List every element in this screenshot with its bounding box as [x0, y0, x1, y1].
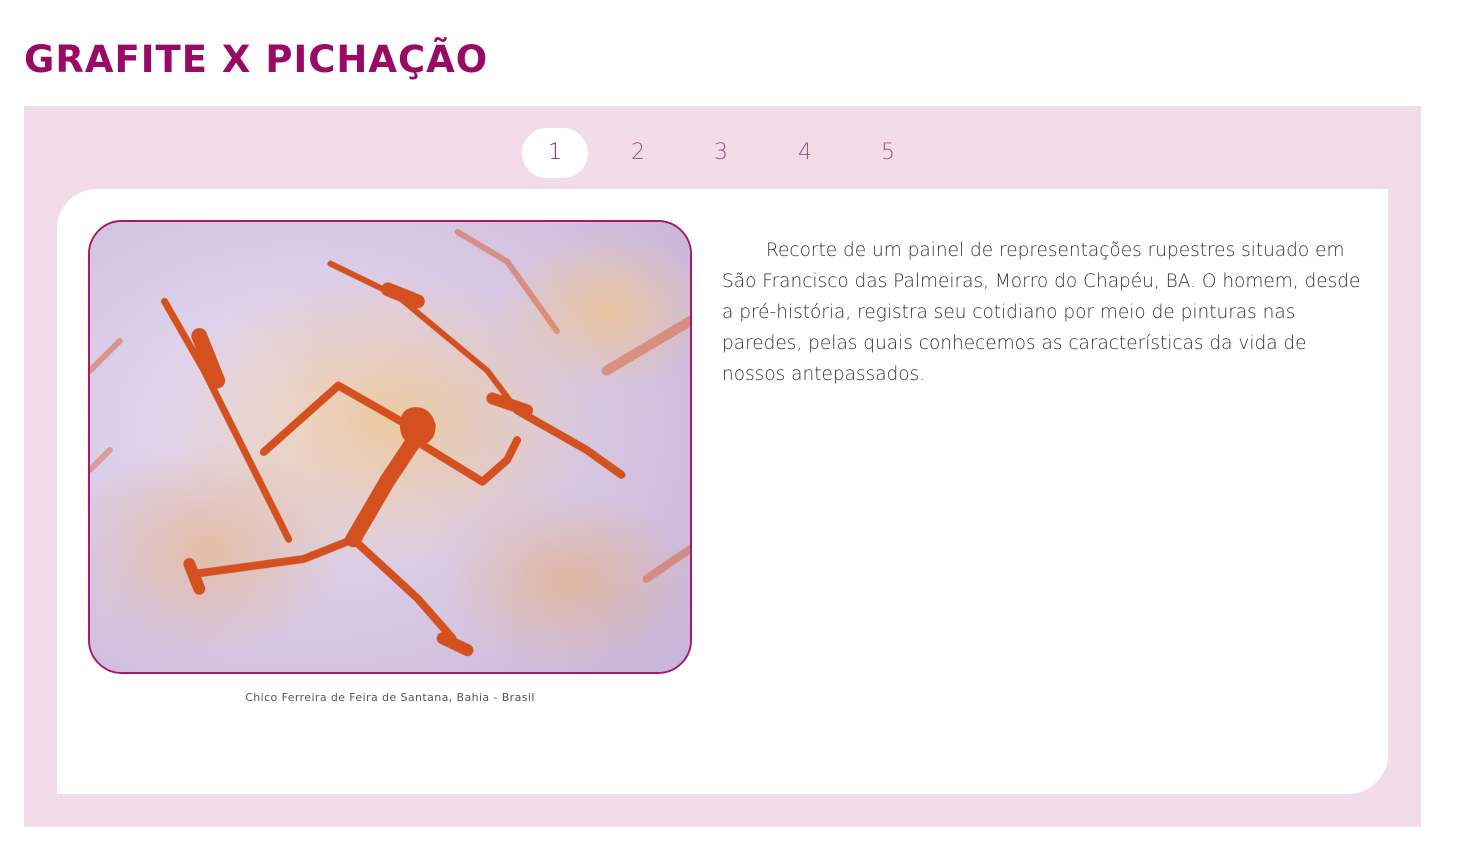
page-title: GRAFITE X PICHAÇÃO	[24, 38, 489, 81]
tab-1[interactable]: 1	[522, 128, 588, 178]
slide-content: Chico Ferreira de Feira de Santana, Bahi…	[57, 189, 1388, 794]
slideshow-panel: 1 2 3 4 5 Chico Ferreira de Feira de San…	[24, 106, 1421, 827]
slide-description: Recorte de um painel de representações r…	[722, 240, 1361, 385]
tab-3[interactable]: 3	[688, 128, 754, 178]
tab-2[interactable]: 2	[605, 128, 671, 178]
rock-painting-illustration	[90, 222, 690, 672]
photo-credit: Chico Ferreira de Feira de Santana, Bahi…	[245, 691, 535, 704]
tab-5[interactable]: 5	[855, 128, 921, 178]
rock-painting-image	[88, 220, 692, 674]
tab-4[interactable]: 4	[772, 128, 838, 178]
